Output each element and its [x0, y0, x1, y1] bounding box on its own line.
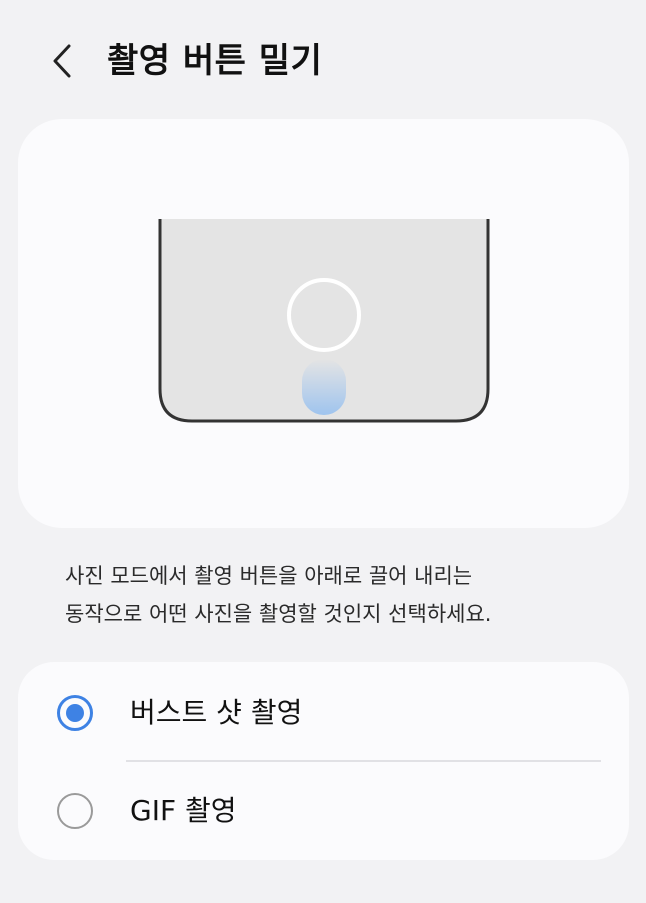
swipe-trail	[302, 359, 346, 415]
illustration-card	[18, 119, 629, 528]
shutter-button	[287, 278, 361, 352]
app-header: 촬영 버튼 밀기	[0, 0, 646, 120]
phone-shutter-swipe-icon	[158, 219, 490, 423]
back-button[interactable]	[40, 38, 86, 84]
radio-selected-icon[interactable]	[57, 695, 93, 731]
page-title: 촬영 버튼 밀기	[107, 41, 323, 81]
description-text: 사진 모드에서 촬영 버튼을 아래로 끌어 내리는 동작으로 어떤 사진을 촬영…	[65, 557, 605, 633]
description-line-2: 동작으로 어떤 사진을 촬영할 것인지 선택하세요.	[65, 602, 492, 626]
option-label: 버스트 샷 촬영	[130, 696, 303, 729]
option-label: GIF 촬영	[130, 794, 237, 827]
description-line-1: 사진 모드에서 촬영 버튼을 아래로 끌어 내리는	[65, 564, 473, 588]
chevron-left-icon	[53, 44, 71, 78]
radio-unselected-icon[interactable]	[57, 793, 93, 829]
option-gif[interactable]: GIF 촬영	[18, 762, 629, 858]
options-card: 버스트 샷 촬영 GIF 촬영	[18, 662, 629, 860]
option-burst-shot[interactable]: 버스트 샷 촬영	[18, 664, 629, 760]
